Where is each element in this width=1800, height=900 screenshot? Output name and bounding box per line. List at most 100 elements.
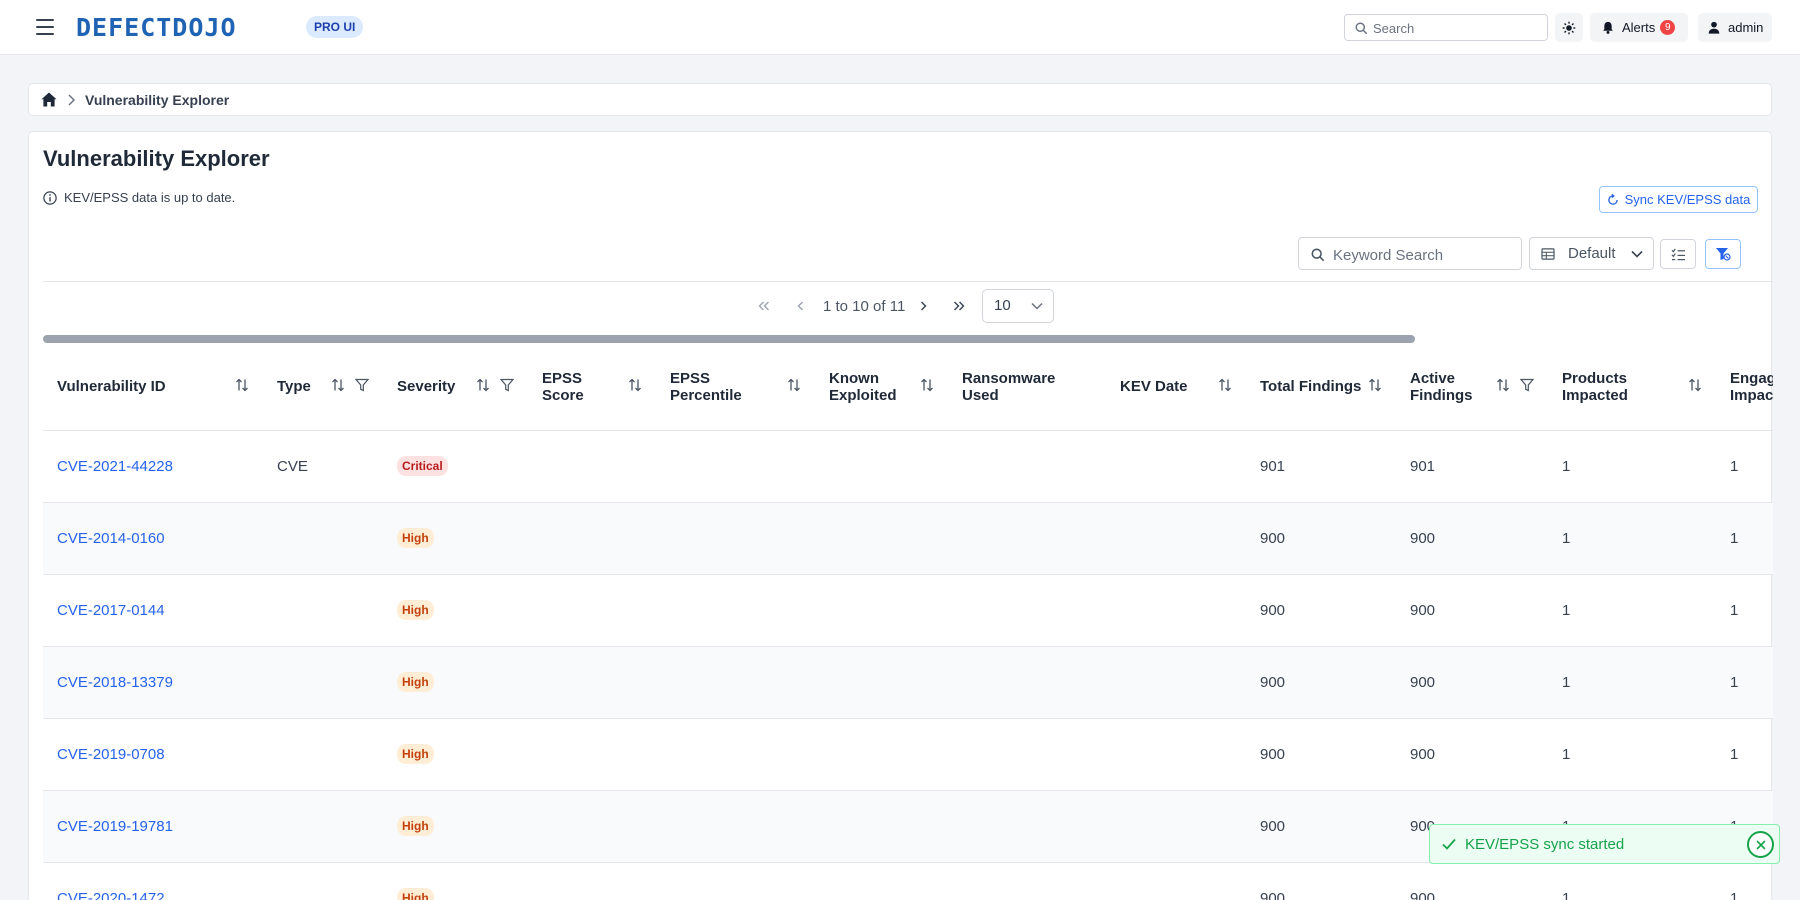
table-cell xyxy=(528,646,656,719)
table-cell xyxy=(1106,862,1246,900)
table-cell xyxy=(528,430,656,503)
sort-icon[interactable] xyxy=(1496,378,1510,396)
chevron-down-icon xyxy=(1631,250,1643,258)
sort-icon[interactable] xyxy=(920,378,934,396)
vulnerability-id-link[interactable]: CVE-2019-19781 xyxy=(57,818,173,835)
column-header[interactable]: Products Impacted xyxy=(1548,344,1716,431)
user-label: admin xyxy=(1728,20,1764,35)
cell-value: 1 xyxy=(1730,889,1739,900)
column-header[interactable]: Type xyxy=(263,344,383,431)
table-cell: CVE-2020-1472 xyxy=(43,862,263,900)
table-cell xyxy=(1106,574,1246,647)
cell-value: 901 xyxy=(1410,457,1436,475)
cell-value: 900 xyxy=(1260,601,1286,619)
kev-status-text: KEV/EPSS data is up to date. xyxy=(64,190,236,205)
table-cell xyxy=(815,430,948,503)
sort-icon[interactable] xyxy=(628,378,642,396)
rows-per-page-select[interactable]: 10 xyxy=(982,289,1054,323)
keyword-search[interactable] xyxy=(1298,237,1522,270)
table-cell: 900 xyxy=(1396,574,1548,647)
previous-page-button[interactable] xyxy=(791,297,809,315)
table-cell xyxy=(1106,718,1246,791)
sort-icon[interactable] xyxy=(1688,378,1702,396)
filter-icon[interactable] xyxy=(354,378,370,396)
table-cell xyxy=(263,790,383,863)
column-header[interactable]: Vulnerability ID xyxy=(43,344,263,431)
sort-icon[interactable] xyxy=(1368,378,1382,396)
cell-value: 1 xyxy=(1562,673,1571,691)
first-page-button[interactable] xyxy=(755,297,773,315)
sort-icon[interactable] xyxy=(235,378,249,396)
theme-toggle-button[interactable] xyxy=(1555,13,1583,42)
sort-icon[interactable] xyxy=(787,378,801,396)
chevron-right-icon xyxy=(920,301,926,311)
column-header[interactable]: Total Findings xyxy=(1246,344,1396,431)
toolbar-divider xyxy=(43,281,1773,282)
table-cell: CVE-2019-0708 xyxy=(43,718,263,791)
table-cell: 1 xyxy=(1716,574,1773,647)
view-select[interactable]: Default xyxy=(1529,237,1654,270)
severity-badge: High xyxy=(397,600,434,620)
table-cell: High xyxy=(383,718,528,791)
table-cell: 1 xyxy=(1716,862,1773,900)
filter-icon[interactable] xyxy=(499,378,515,396)
table-cell: 901 xyxy=(1246,430,1396,503)
cell-value: 900 xyxy=(1410,889,1436,900)
home-icon[interactable] xyxy=(41,92,57,107)
sort-icon[interactable] xyxy=(1218,378,1232,396)
cell-value: CVE xyxy=(277,457,308,475)
vulnerability-id-link[interactable]: CVE-2018-13379 xyxy=(57,674,173,691)
check-icon xyxy=(1442,838,1456,850)
table-cell: 1 xyxy=(1716,430,1773,503)
table-cell: 900 xyxy=(1396,502,1548,575)
cell-value: 900 xyxy=(1410,529,1436,547)
cell-value: 1 xyxy=(1562,889,1571,900)
close-icon xyxy=(1755,839,1766,850)
column-header-label: Vulnerability ID xyxy=(57,378,166,396)
last-page-button[interactable] xyxy=(950,297,968,315)
sync-kev-epss-button[interactable]: Sync KEV/EPSS data xyxy=(1599,186,1758,213)
column-settings-button[interactable] xyxy=(1660,239,1696,269)
next-page-button[interactable] xyxy=(914,297,932,315)
sort-icon[interactable] xyxy=(331,378,345,396)
column-header[interactable]: Known Exploited xyxy=(815,344,948,431)
cell-value: 1 xyxy=(1562,745,1571,763)
severity-badge: High xyxy=(397,816,434,836)
column-header-label: Type xyxy=(277,378,311,396)
horizontal-scrollbar[interactable] xyxy=(43,334,1773,344)
sort-icon[interactable] xyxy=(476,378,490,396)
global-search-input[interactable] xyxy=(1373,19,1543,37)
column-header[interactable]: Active Findings xyxy=(1396,344,1548,431)
global-search[interactable] xyxy=(1344,14,1548,41)
horizontal-scrollbar-thumb[interactable] xyxy=(43,335,1415,343)
pro-ui-badge[interactable]: PRO UI xyxy=(306,16,364,38)
column-header[interactable]: EPSS Percentile xyxy=(656,344,815,431)
toast-close-button[interactable] xyxy=(1747,831,1774,858)
vulnerability-id-link[interactable]: CVE-2021-44228 xyxy=(57,458,173,475)
menu-icon[interactable] xyxy=(36,19,54,35)
table-cell: 900 xyxy=(1396,718,1548,791)
search-icon xyxy=(1355,22,1368,35)
vulnerability-id-link[interactable]: CVE-2014-0160 xyxy=(57,530,165,547)
table-cell: 900 xyxy=(1246,502,1396,575)
table-cell xyxy=(948,790,1106,863)
column-header[interactable]: EPSS Score xyxy=(528,344,656,431)
keyword-search-input[interactable] xyxy=(1333,246,1513,264)
table-cell xyxy=(948,862,1106,900)
alerts-button[interactable]: Alerts 9 xyxy=(1590,13,1688,42)
cell-value: 900 xyxy=(1410,745,1436,763)
chevron-left-icon xyxy=(797,301,803,311)
vulnerability-id-link[interactable]: CVE-2020-1472 xyxy=(57,890,165,900)
logo[interactable]: DEFECTDOJO xyxy=(76,13,237,42)
severity-badge: High xyxy=(397,672,434,692)
vulnerability-id-link[interactable]: CVE-2017-0144 xyxy=(57,602,165,619)
cell-value: 1 xyxy=(1730,529,1739,547)
filter-settings-button[interactable] xyxy=(1705,239,1741,269)
breadcrumb: Vulnerability Explorer xyxy=(28,83,1772,116)
vulnerability-id-link[interactable]: CVE-2019-0708 xyxy=(57,746,165,763)
column-header-label: EPSS Percentile xyxy=(670,369,742,404)
column-header[interactable]: KEV Date xyxy=(1106,344,1246,431)
user-menu-button[interactable]: admin xyxy=(1698,13,1772,42)
column-header[interactable]: Severity xyxy=(383,344,528,431)
filter-icon[interactable] xyxy=(1519,378,1535,396)
